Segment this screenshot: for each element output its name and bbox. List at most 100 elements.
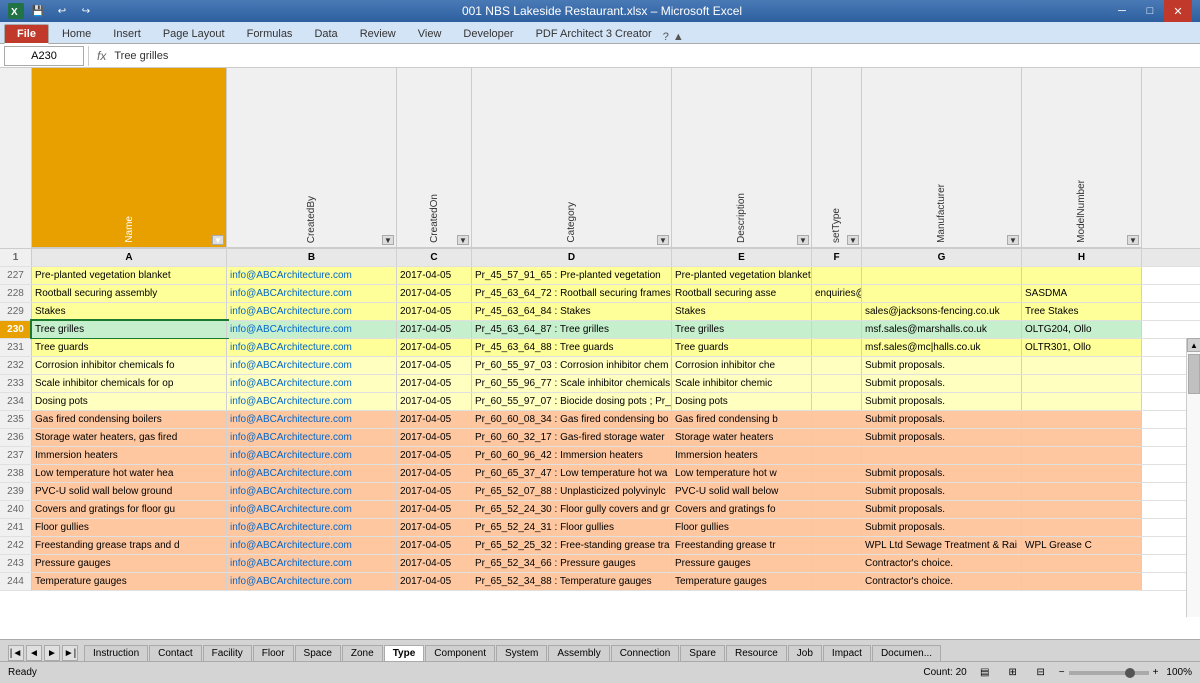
- cell-232-h[interactable]: [1022, 357, 1142, 374]
- col-header-g[interactable]: Manufacturer ▼: [862, 68, 1022, 248]
- sheet-tab-spare[interactable]: Spare: [680, 645, 725, 661]
- cell-243-b[interactable]: info@ABCArchitecture.com: [227, 555, 397, 572]
- tab-home[interactable]: Home: [51, 24, 102, 43]
- scroll-track[interactable]: [1187, 352, 1200, 617]
- cell-229-h[interactable]: Tree Stakes: [1022, 303, 1142, 320]
- cell-227-a[interactable]: Pre-planted vegetation blanket: [32, 267, 227, 284]
- cell-237-d[interactable]: Pr_60_60_96_42 : Immersion heaters: [472, 447, 672, 464]
- cell-234-c[interactable]: 2017-04-05: [397, 393, 472, 410]
- col-f-filter[interactable]: ▼: [847, 235, 859, 245]
- cell-233-d[interactable]: Pr_60_55_96_77 : Scale inhibitor chemica…: [472, 375, 672, 392]
- cell-243-a[interactable]: Pressure gauges: [32, 555, 227, 572]
- cell-242-g[interactable]: WPL Ltd Sewage Treatment & Rai: [862, 537, 1022, 554]
- save-toolbar-btn[interactable]: 💾: [28, 2, 48, 20]
- sheet-nav-first[interactable]: |◄: [8, 645, 24, 661]
- sheet-tab-instruction[interactable]: Instruction: [84, 645, 148, 661]
- cell-232-g[interactable]: Submit proposals.: [862, 357, 1022, 374]
- cell-240-h[interactable]: [1022, 501, 1142, 518]
- col-header-d[interactable]: Category ▼: [472, 68, 672, 248]
- cell-243-g[interactable]: Contractor's choice.: [862, 555, 1022, 572]
- sheet-tab-type[interactable]: Type: [384, 645, 425, 661]
- cell-1-d[interactable]: D: [472, 249, 672, 266]
- zoom-level[interactable]: 100%: [1166, 667, 1192, 678]
- sheet-tab-contact[interactable]: Contact: [149, 645, 201, 661]
- col-b-filter[interactable]: ▼: [382, 235, 394, 245]
- cell-235-e[interactable]: Gas fired condensing b: [672, 411, 812, 428]
- cell-232-d[interactable]: Pr_60_55_97_03 : Corrosion inhibitor che…: [472, 357, 672, 374]
- zoom-thumb[interactable]: [1125, 668, 1135, 678]
- cell-234-g[interactable]: Submit proposals.: [862, 393, 1022, 410]
- cell-244-e[interactable]: Temperature gauges: [672, 573, 812, 590]
- cell-241-d[interactable]: Pr_65_52_24_31 : Floor gullies: [472, 519, 672, 536]
- cell-241-f[interactable]: [812, 519, 862, 536]
- cell-230-g[interactable]: msf.sales@marshalls.co.uk: [862, 321, 1022, 338]
- cell-231-d[interactable]: Pr_45_63_64_88 : Tree guards: [472, 339, 672, 356]
- col-header-f[interactable]: setType ▼: [812, 68, 862, 248]
- cell-1-e[interactable]: E: [672, 249, 812, 266]
- cell-237-f[interactable]: [812, 447, 862, 464]
- cell-230-e[interactable]: Tree grilles: [672, 321, 812, 338]
- cell-231-c[interactable]: 2017-04-05: [397, 339, 472, 356]
- cell-236-a[interactable]: Storage water heaters, gas fired: [32, 429, 227, 446]
- cell-233-a[interactable]: Scale inhibitor chemicals for op: [32, 375, 227, 392]
- cell-232-b[interactable]: info@ABCArchitecture.com: [227, 357, 397, 374]
- cell-231-a[interactable]: Tree guards: [32, 339, 227, 356]
- cell-235-g[interactable]: Submit proposals.: [862, 411, 1022, 428]
- tab-formulas[interactable]: Formulas: [236, 24, 304, 43]
- col-header-e[interactable]: Description ▼: [672, 68, 812, 248]
- cell-236-c[interactable]: 2017-04-05: [397, 429, 472, 446]
- cell-231-h[interactable]: OLTR301, Ollo: [1022, 339, 1142, 356]
- help-icon[interactable]: ?: [663, 31, 669, 43]
- cell-239-a[interactable]: PVC-U solid wall below ground: [32, 483, 227, 500]
- cell-242-c[interactable]: 2017-04-05: [397, 537, 472, 554]
- cell-243-h[interactable]: [1022, 555, 1142, 572]
- cell-232-c[interactable]: 2017-04-05: [397, 357, 472, 374]
- col-c-filter[interactable]: ▼: [457, 235, 469, 245]
- cell-227-e[interactable]: Pre-planted vegetation blankets: [672, 267, 812, 284]
- cell-238-c[interactable]: 2017-04-05: [397, 465, 472, 482]
- cell-241-e[interactable]: Floor gullies: [672, 519, 812, 536]
- cell-238-d[interactable]: Pr_60_65_37_47 : Low temperature hot wa: [472, 465, 672, 482]
- cell-234-f[interactable]: [812, 393, 862, 410]
- cell-233-b[interactable]: info@ABCArchitecture.com: [227, 375, 397, 392]
- sheet-tab-assembly[interactable]: Assembly: [548, 645, 609, 661]
- cell-228-a[interactable]: Rootball securing assembly: [32, 285, 227, 302]
- sheet-nav-prev[interactable]: ◄: [26, 645, 42, 661]
- sheet-tab-documen...[interactable]: Documen...: [872, 645, 941, 661]
- cell-244-a[interactable]: Temperature gauges: [32, 573, 227, 590]
- cell-230-d[interactable]: Pr_45_63_64_87 : Tree grilles: [472, 321, 672, 338]
- cell-242-a[interactable]: Freestanding grease traps and d: [32, 537, 227, 554]
- cell-238-g[interactable]: Submit proposals.: [862, 465, 1022, 482]
- zoom-in-icon[interactable]: +: [1153, 667, 1159, 678]
- cell-238-a[interactable]: Low temperature hot water hea: [32, 465, 227, 482]
- cell-243-c[interactable]: 2017-04-05: [397, 555, 472, 572]
- cell-239-f[interactable]: [812, 483, 862, 500]
- sheet-tab-zone[interactable]: Zone: [342, 645, 383, 661]
- cell-227-b[interactable]: info@ABCArchitecture.com: [227, 267, 397, 284]
- cell-227-f[interactable]: [812, 267, 862, 284]
- sheet-nav-next[interactable]: ►: [44, 645, 60, 661]
- undo-toolbar-btn[interactable]: ↩: [52, 2, 72, 20]
- col-header-a[interactable]: Name ▼: [32, 68, 227, 248]
- page-break-view-btn[interactable]: ⊟: [1031, 665, 1051, 681]
- cell-229-d[interactable]: Pr_45_63_64_84 : Stakes: [472, 303, 672, 320]
- zoom-track[interactable]: [1069, 671, 1149, 675]
- cell-231-e[interactable]: Tree guards: [672, 339, 812, 356]
- cell-241-c[interactable]: 2017-04-05: [397, 519, 472, 536]
- cell-234-b[interactable]: info@ABCArchitecture.com: [227, 393, 397, 410]
- cell-239-b[interactable]: info@ABCArchitecture.com: [227, 483, 397, 500]
- cell-236-b[interactable]: info@ABCArchitecture.com: [227, 429, 397, 446]
- scroll-up-btn[interactable]: ▲: [1187, 338, 1200, 352]
- page-layout-view-btn[interactable]: ⊞: [1003, 665, 1023, 681]
- cell-241-a[interactable]: Floor gullies: [32, 519, 227, 536]
- cell-229-g[interactable]: sales@jacksons-fencing.co.uk: [862, 303, 1022, 320]
- cell-228-d[interactable]: Pr_45_63_64_72 : Rootball securing frame…: [472, 285, 672, 302]
- cell-1-a[interactable]: A: [32, 249, 227, 266]
- cell-233-h[interactable]: [1022, 375, 1142, 392]
- cell-1-b[interactable]: B: [227, 249, 397, 266]
- cell-236-e[interactable]: Storage water heaters: [672, 429, 812, 446]
- cell-237-b[interactable]: info@ABCArchitecture.com: [227, 447, 397, 464]
- cell-233-g[interactable]: Submit proposals.: [862, 375, 1022, 392]
- cell-234-d[interactable]: Pr_60_55_97_07 : Biocide dosing pots ; P…: [472, 393, 672, 410]
- cell-239-g[interactable]: Submit proposals.: [862, 483, 1022, 500]
